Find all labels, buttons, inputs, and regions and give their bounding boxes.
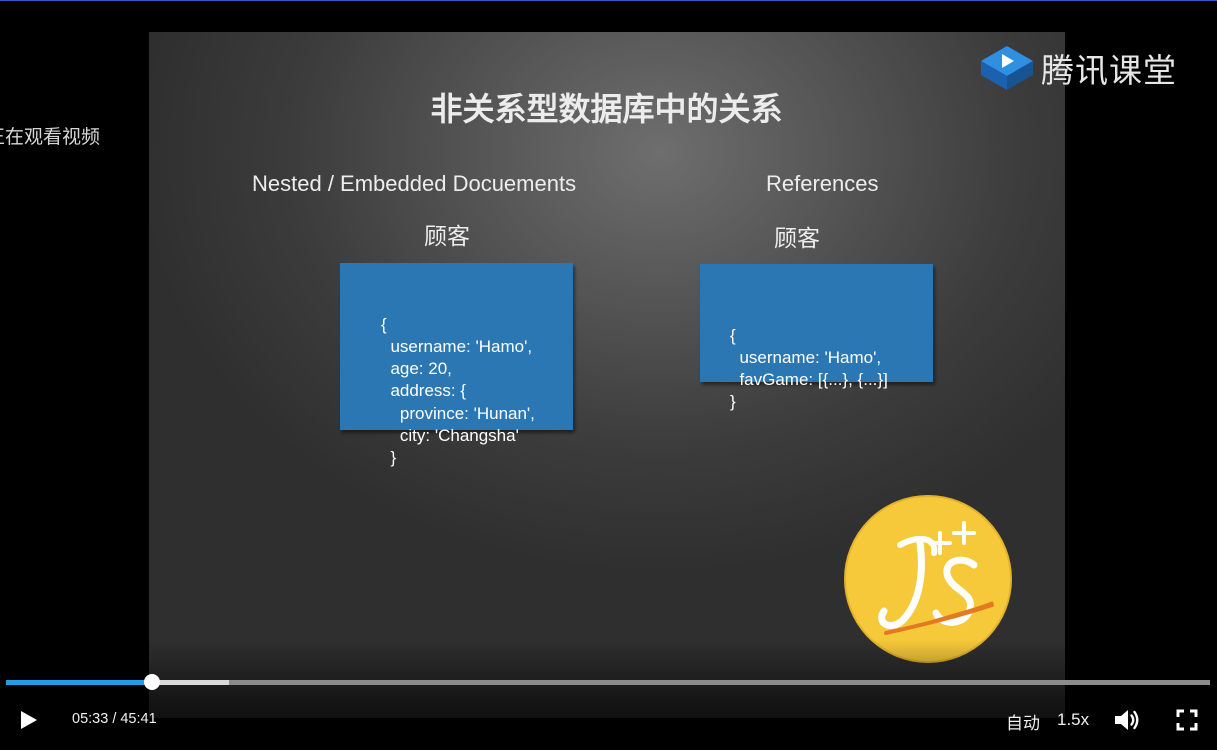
- play-icon[interactable]: [17, 709, 39, 731]
- nested-document-code-box: { username: 'Hamo', age: 20, address: { …: [340, 263, 573, 467]
- reference-document-code-box: { username: 'Hamo', favGame: [{...}, {..…: [700, 264, 933, 411]
- fullscreen-icon[interactable]: [1176, 709, 1198, 731]
- top-border-line: [0, 0, 1217, 1]
- progress-played: [6, 680, 152, 685]
- volume-icon[interactable]: [1113, 707, 1141, 733]
- slide-title: 非关系型数据库中的关系: [430, 90, 783, 128]
- progress-bar[interactable]: [6, 674, 1210, 690]
- nested-documents-heading: Nested / Embedded Docuements: [252, 171, 577, 196]
- progress-handle[interactable]: [143, 674, 160, 690]
- quality-button[interactable]: 自动: [1006, 709, 1040, 734]
- reference-document-code: { username: 'Hamo', favGame: [{...}, {..…: [730, 325, 888, 412]
- references-heading: References: [766, 171, 879, 196]
- time-display: 05:33 / 45:41: [72, 711, 157, 727]
- nested-customer-label: 顾客: [424, 224, 470, 250]
- speed-button[interactable]: 1.5x: [1057, 710, 1089, 730]
- references-customer-label: 顾客: [774, 226, 820, 252]
- nested-document-code: { username: 'Hamo', age: 20, address: { …: [381, 314, 535, 468]
